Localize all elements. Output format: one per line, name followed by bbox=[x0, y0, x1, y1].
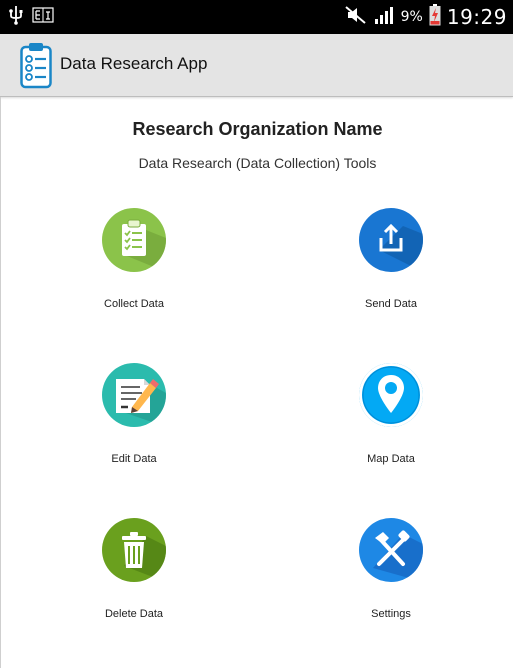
status-bar: 9% 19:29 bbox=[0, 0, 513, 34]
signal-icon bbox=[373, 5, 395, 29]
upload-icon[interactable] bbox=[359, 208, 423, 272]
settings-label: Settings bbox=[371, 608, 411, 620]
edit-data-label: Edit Data bbox=[111, 453, 157, 465]
trash-icon[interactable] bbox=[102, 518, 166, 582]
settings-tile[interactable]: Settings bbox=[311, 518, 471, 620]
send-data-tile[interactable]: Send Data bbox=[311, 208, 471, 310]
battery-percent: 9% bbox=[400, 9, 423, 25]
collect-data-label: Collect Data bbox=[104, 298, 164, 310]
clock: 19:29 bbox=[446, 5, 507, 29]
main-content: Research Organization Name Data Research… bbox=[0, 97, 513, 668]
mute-icon bbox=[344, 5, 367, 29]
delete-data-label: Delete Data bbox=[104, 608, 164, 620]
notification-icon bbox=[32, 7, 54, 27]
delete-data-tile[interactable]: Delete Data bbox=[54, 518, 214, 620]
edit-document-icon[interactable] bbox=[102, 363, 166, 427]
status-right: 9% 19:29 bbox=[344, 4, 507, 30]
org-name: Research Organization Name bbox=[132, 119, 383, 139]
map-data-tile[interactable]: Map Data bbox=[311, 363, 471, 465]
map-pin-icon[interactable] bbox=[359, 363, 423, 427]
app-bar: Data Research App bbox=[0, 34, 513, 97]
usb-icon bbox=[8, 5, 24, 29]
map-data-label: Map Data bbox=[367, 453, 415, 465]
send-data-label: Send Data bbox=[365, 298, 417, 310]
clipboard-checklist-icon[interactable] bbox=[20, 41, 52, 89]
collect-data-tile[interactable]: Collect Data bbox=[54, 208, 214, 310]
tools-subtitle: Data Research (Data Collection) Tools bbox=[138, 155, 377, 171]
edit-data-tile[interactable]: Edit Data bbox=[54, 363, 214, 465]
battery-charging-icon bbox=[429, 4, 441, 30]
status-left bbox=[8, 6, 54, 28]
clipboard-checklist-icon[interactable] bbox=[102, 208, 166, 272]
app-title: Data Research App bbox=[60, 54, 208, 73]
tools-icon[interactable] bbox=[359, 518, 423, 582]
